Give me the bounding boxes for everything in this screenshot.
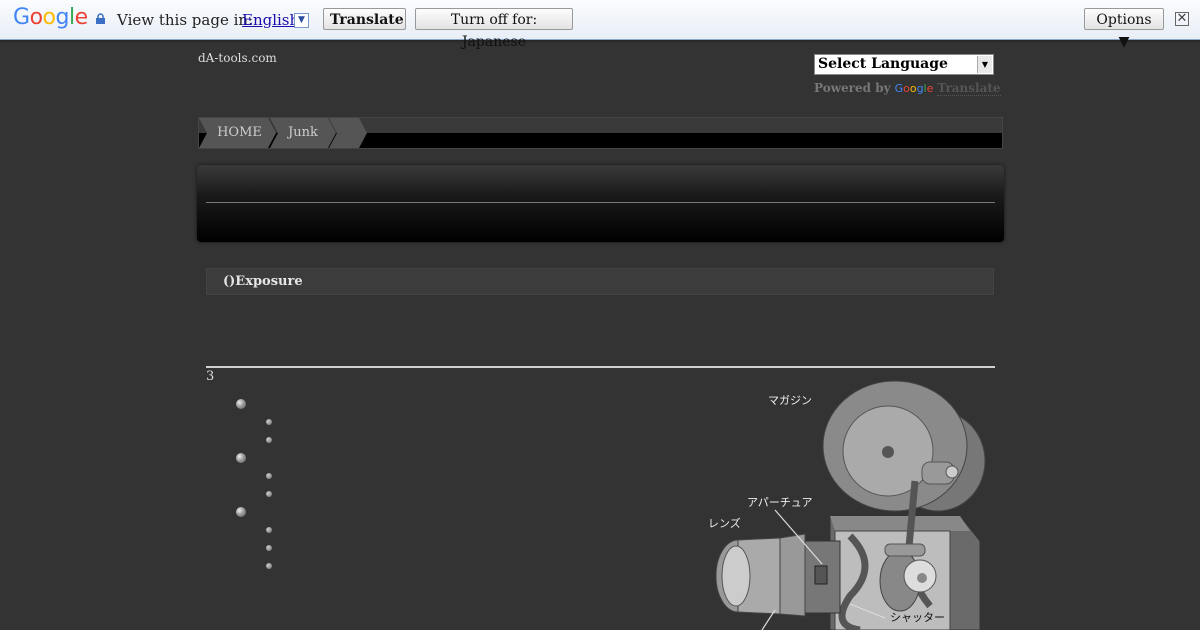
label-shutter: シャッター <box>890 611 945 624</box>
translate-bar: Google View this page in: English ▼ Tran… <box>0 0 1200 50</box>
bullet-icon <box>236 507 246 517</box>
site-name[interactable]: dA-tools.com <box>198 51 277 65</box>
translate-link[interactable]: Translate <box>937 81 1001 96</box>
chevron-down-icon: ▼ <box>977 56 992 73</box>
breadcrumb: HOME Junk <box>198 117 1003 149</box>
google-logo: Google <box>13 5 88 30</box>
sub-bullet-icon <box>266 527 272 533</box>
bullet-icon <box>236 399 246 409</box>
list-number: 3 <box>206 369 215 384</box>
language-dropdown-icon[interactable]: ▼ <box>294 13 309 28</box>
translate-button[interactable]: Translate <box>323 8 406 30</box>
turn-off-button[interactable]: Turn off for: Japanese <box>415 8 573 50</box>
section-title: ()Exposure <box>223 274 303 289</box>
breadcrumb-home[interactable]: HOME <box>199 118 276 148</box>
divider <box>206 202 995 203</box>
google-mini-logo: Google <box>894 82 934 95</box>
breadcrumb-junk[interactable]: Junk <box>270 118 336 148</box>
close-icon[interactable]: ✕ <box>1175 12 1189 26</box>
powered-by-label: Powered by <box>814 81 891 95</box>
label-aperture: アパーチュア <box>747 496 813 509</box>
powered-by: Powered by Google Translate <box>814 81 1001 96</box>
section-header: ()Exposure <box>206 268 994 295</box>
divider <box>206 366 995 368</box>
view-page-text: View this page in: <box>117 11 254 29</box>
label-lens: レンズ <box>708 516 741 530</box>
language-select-value: Select Language <box>818 56 948 72</box>
lock-icon <box>96 13 105 24</box>
language-link[interactable]: English <box>242 11 299 29</box>
label-magazine: マガジン <box>768 394 812 407</box>
sub-bullet-icon <box>266 545 272 551</box>
sub-bullet-icon <box>266 473 272 479</box>
sub-bullet-icon <box>266 563 272 569</box>
camera-diagram: マガジン アパーチュア レンズ シャッター <box>708 380 986 630</box>
sub-bullet-icon <box>266 491 272 497</box>
header-banner <box>197 165 1004 242</box>
bullet-icon <box>236 453 246 463</box>
sub-bullet-icon <box>266 419 272 425</box>
sub-bullet-icon <box>266 437 272 443</box>
language-select[interactable]: Select Language ▼ <box>814 54 994 75</box>
options-button[interactable]: Options ▼ <box>1084 8 1164 50</box>
